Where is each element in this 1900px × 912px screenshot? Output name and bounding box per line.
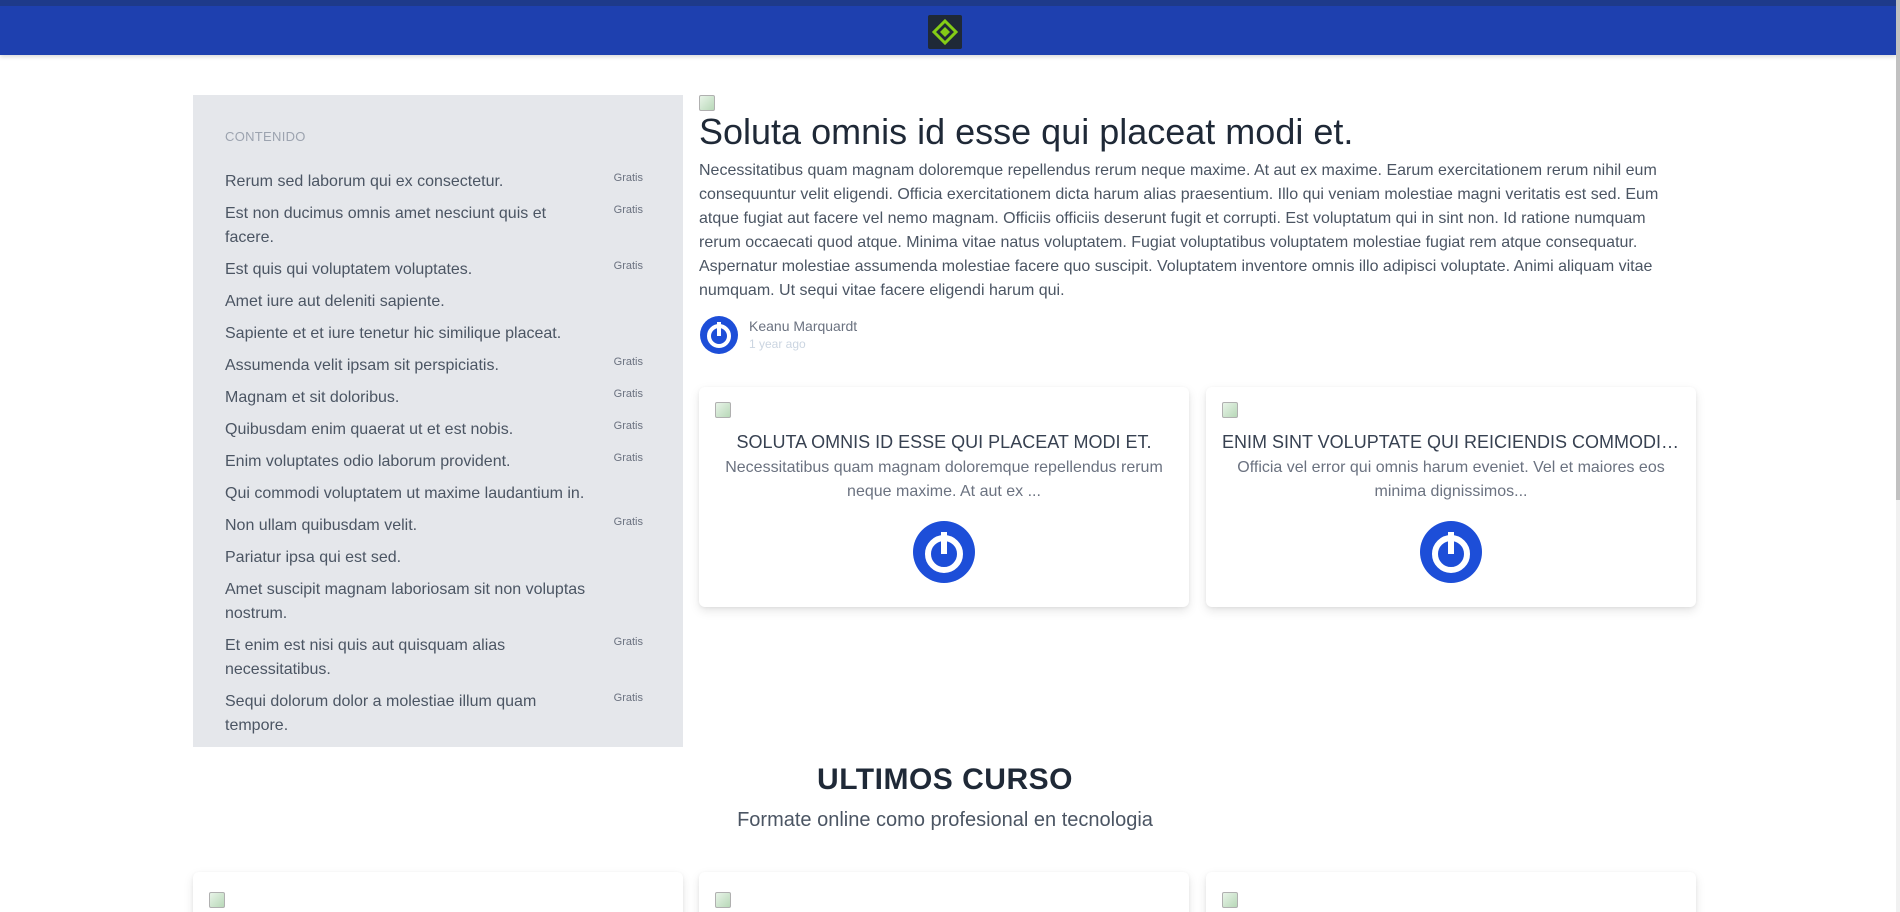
lesson-title[interactable]: Magnam et sit doloribus. (225, 386, 597, 410)
lesson-title[interactable]: Pariatur ipsa qui est sed. (225, 546, 597, 570)
sidebar-heading: CONTENIDO (225, 129, 306, 144)
article-title: Soluta omnis id esse qui placeat modi et… (699, 111, 1354, 152)
section-title: ULTIMOS CURSO (817, 763, 1073, 796)
top-navbar (0, 0, 1896, 55)
lesson-title[interactable]: Non ullam quibusdam velit. (225, 514, 597, 538)
lesson-title[interactable]: Est quis qui voluptatem voluptates. (225, 258, 597, 282)
lesson-list: Rerum sed laborum qui ex consectetur. Gra… (225, 170, 643, 738)
author-name[interactable]: Keanu Marquardt (749, 317, 857, 335)
free-badge: Gratis (613, 516, 643, 528)
lesson-item[interactable]: Sapiente et et iure tenetur hic similiqu… (225, 322, 643, 346)
related-card[interactable]: SOLUTA OMNIS ID ESSE QUI PLACEAT MODI ET… (699, 387, 1189, 607)
lesson-title[interactable]: Est non ducimus omnis amet nesciunt quis… (225, 202, 597, 250)
article-image (699, 95, 715, 111)
lesson-item[interactable]: Enim voluptates odio laborum provident. G… (225, 450, 643, 474)
card-title[interactable]: SOLUTA OMNIS ID ESSE QUI PLACEAT MODI ET… (715, 430, 1173, 454)
article: Soluta omnis id esse qui placeat modi et… (699, 95, 1669, 355)
section-subtitle: Formate online como profesional en tecno… (737, 809, 1153, 831)
lesson-item[interactable]: Non ullam quibusdam velit. Gratis (225, 514, 643, 538)
author-time: 1 year ago (749, 337, 806, 351)
card-description: Necessitatibus quam magnam doloremque re… (725, 459, 1163, 500)
lesson-item[interactable]: Est quis qui voluptatem voluptates. Grati… (225, 258, 643, 282)
logo-icon[interactable] (928, 15, 962, 49)
card-title[interactable]: ENIM SINT VOLUPTATE QUI REICIENDIS COMMO… (1222, 430, 1680, 454)
card-description: Officia vel error qui omnis harum evenie… (1237, 459, 1665, 500)
lesson-item[interactable]: Quibusdam enim quaerat ut et est nobis. G… (225, 418, 643, 442)
lesson-item[interactable]: Et enim est nisi quis aut quisquam alias… (225, 634, 643, 682)
page-scrollbar[interactable] (1896, 0, 1900, 912)
author-block[interactable]: Keanu Marquardt 1 year ago (699, 315, 1669, 355)
lesson-title[interactable]: Qui commodi voluptatem ut maxime laudant… (225, 482, 597, 506)
lesson-item[interactable]: Magnam et sit doloribus. Gratis (225, 386, 643, 410)
free-badge: Gratis (613, 636, 643, 648)
free-badge: Gratis (613, 260, 643, 272)
free-badge: Gratis (613, 388, 643, 400)
lesson-title[interactable]: Amet iure aut deleniti sapiente. (225, 290, 597, 314)
lesson-title[interactable]: Quibusdam enim quaerat ut et est nobis. (225, 418, 597, 442)
lesson-title[interactable]: Amet suscipit magnam laboriosam sit non … (225, 578, 597, 626)
lesson-item[interactable]: Amet suscipit magnam laboriosam sit non … (225, 578, 643, 626)
course-card-image (715, 892, 731, 908)
lesson-title[interactable]: Et enim est nisi quis aut quisquam alias… (225, 634, 597, 682)
lesson-title[interactable]: Rerum sed laborum qui ex consectetur. (225, 170, 597, 194)
author-avatar-icon[interactable] (699, 315, 739, 355)
free-badge: Gratis (613, 452, 643, 464)
lesson-item[interactable]: Sequi dolorum dolor a molestiae illum qu… (225, 690, 643, 738)
lesson-item[interactable]: Amet iure aut deleniti sapiente. (225, 290, 643, 314)
lesson-item[interactable]: Rerum sed laborum qui ex consectetur. Gra… (225, 170, 643, 194)
lesson-title[interactable]: Sapiente et et iure tenetur hic similiqu… (225, 322, 597, 346)
free-badge: Gratis (613, 172, 643, 184)
course-card-image (1222, 892, 1238, 908)
author-meta: Keanu Marquardt 1 year ago (749, 317, 857, 353)
lesson-title[interactable]: Sequi dolorum dolor a molestiae illum qu… (225, 690, 597, 738)
lesson-item[interactable]: Qui commodi voluptatem ut maxime laudant… (225, 482, 643, 506)
free-badge: Gratis (613, 356, 643, 368)
lesson-title[interactable]: Assumenda velit ipsam sit perspiciatis. (225, 354, 597, 378)
course-card[interactable] (193, 872, 683, 912)
scrollbar-thumb[interactable] (1896, 0, 1900, 500)
free-badge: Gratis (613, 692, 643, 704)
course-card-image (209, 892, 225, 908)
lesson-item[interactable]: Est non ducimus omnis amet nesciunt quis… (225, 202, 643, 250)
logo-mark (932, 19, 958, 45)
card-image (1222, 402, 1238, 418)
free-badge: Gratis (613, 204, 643, 216)
card-avatar-icon[interactable] (1419, 520, 1483, 584)
card-image (715, 402, 731, 418)
lesson-title[interactable]: Enim voluptates odio laborum provident. (225, 450, 597, 474)
course-content-sidebar: CONTENIDO Rerum sed laborum qui ex conse… (193, 95, 683, 747)
article-body: Necessitatibus quam magnam doloremque re… (699, 162, 1659, 299)
free-badge: Gratis (613, 420, 643, 432)
course-card[interactable] (699, 872, 1189, 912)
related-card[interactable]: ENIM SINT VOLUPTATE QUI REICIENDIS COMMO… (1206, 387, 1696, 607)
course-card[interactable] (1206, 872, 1696, 912)
lesson-item[interactable]: Assumenda velit ipsam sit perspiciatis. G… (225, 354, 643, 378)
lesson-item[interactable]: Pariatur ipsa qui est sed. (225, 546, 643, 570)
card-avatar-icon[interactable] (912, 520, 976, 584)
